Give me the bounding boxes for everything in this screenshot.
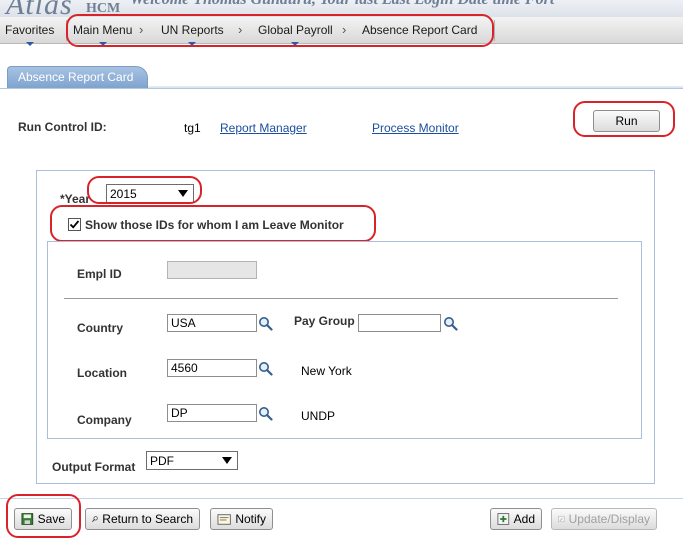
dropdown-caret-icon bbox=[178, 190, 188, 197]
run-button[interactable]: Run bbox=[593, 110, 660, 132]
favorites-menu[interactable]: Favorites bbox=[5, 23, 55, 46]
dropdown-arrow-icon bbox=[98, 42, 107, 46]
main-menu-label: Main Menu bbox=[73, 23, 133, 37]
return-to-search-button[interactable]: Return to Search bbox=[85, 508, 200, 530]
run-control-value: tg1 bbox=[184, 121, 201, 135]
country-label: Country bbox=[77, 321, 123, 335]
save-icon bbox=[21, 513, 34, 525]
update-display-button[interactable]: Update/Display bbox=[551, 508, 657, 530]
year-label: *Year bbox=[60, 192, 91, 206]
location-lookup-icon[interactable] bbox=[258, 361, 273, 376]
breadcrumb-chevron-icon: › bbox=[238, 22, 243, 37]
report-manager-link[interactable]: Report Manager bbox=[220, 121, 307, 135]
update-display-label: Update/Display bbox=[568, 512, 650, 526]
return-search-icon bbox=[92, 516, 98, 522]
country-lookup-icon[interactable] bbox=[258, 316, 273, 331]
menu-bar: Favorites Main Menu › UN Reports › Globa… bbox=[0, 17, 683, 46]
empl-id-label: Empl ID bbox=[77, 267, 122, 281]
company-lookup-icon[interactable] bbox=[258, 406, 273, 421]
toolbar-divider bbox=[0, 498, 683, 499]
year-value: 2015 bbox=[110, 186, 137, 201]
add-button-label: Add bbox=[513, 512, 535, 526]
process-monitor-link[interactable]: Process Monitor bbox=[372, 121, 459, 135]
favorites-label: Favorites bbox=[5, 23, 55, 37]
app-logo-subtitle: HCM bbox=[86, 1, 121, 16]
year-select[interactable]: 2015 bbox=[106, 184, 194, 203]
empl-id-field bbox=[167, 261, 257, 279]
output-format-label: Output Format bbox=[52, 460, 136, 474]
update-display-icon bbox=[558, 515, 565, 523]
output-format-select[interactable]: PDF bbox=[146, 451, 238, 470]
breadcrumb-label: Global Payroll bbox=[258, 23, 333, 37]
notify-button[interactable]: Notify bbox=[210, 508, 273, 530]
country-field[interactable]: USA bbox=[167, 314, 257, 332]
notify-icon bbox=[217, 513, 231, 525]
section-divider bbox=[64, 298, 618, 299]
save-button-label: Save bbox=[37, 512, 65, 526]
company-description: UNDP bbox=[301, 409, 336, 423]
pay-group-lookup-icon[interactable] bbox=[443, 316, 458, 331]
company-label: Company bbox=[77, 413, 132, 427]
tab-underline bbox=[0, 88, 683, 89]
app-logo: Atlas bbox=[6, 0, 73, 17]
location-field[interactable]: 4560 bbox=[167, 359, 257, 377]
welcome-message: Welcome Thomas Gunduru, Your last Last L… bbox=[130, 0, 554, 9]
notify-button-label: Notify bbox=[235, 512, 266, 526]
leave-monitor-label: Show those IDs for whom I am Leave Monit… bbox=[85, 218, 344, 232]
breadcrumb-absence-report-card[interactable]: Absence Report Card bbox=[362, 23, 477, 37]
output-format-value: PDF bbox=[150, 453, 174, 468]
dropdown-arrow-icon bbox=[25, 42, 34, 46]
tab-absence-report-card[interactable]: Absence Report Card bbox=[7, 66, 148, 88]
location-label: Location bbox=[77, 366, 127, 380]
menu-divider bbox=[66, 20, 67, 41]
breadcrumb-chevron-icon: › bbox=[342, 22, 347, 37]
add-button[interactable]: Add bbox=[490, 508, 542, 530]
save-button[interactable]: Save bbox=[14, 508, 72, 530]
breadcrumb-chevron-icon: › bbox=[139, 22, 144, 37]
dropdown-arrow-icon bbox=[291, 42, 300, 46]
pay-group-label: Pay Group bbox=[294, 314, 355, 328]
menu-divider bbox=[494, 20, 495, 41]
employee-filter-panel bbox=[47, 241, 642, 439]
return-to-search-label: Return to Search bbox=[102, 512, 193, 526]
dropdown-arrow-icon bbox=[188, 42, 197, 46]
add-icon bbox=[497, 513, 510, 525]
main-menu[interactable]: Main Menu bbox=[73, 23, 133, 46]
breadcrumb-un-reports[interactable]: UN Reports bbox=[161, 23, 224, 46]
pay-group-field[interactable] bbox=[358, 314, 441, 332]
checkmark-icon bbox=[69, 220, 80, 229]
run-control-label: Run Control ID: bbox=[18, 120, 107, 134]
company-field[interactable]: DP bbox=[167, 404, 257, 422]
leave-monitor-checkbox[interactable] bbox=[68, 218, 81, 231]
dropdown-caret-icon bbox=[222, 457, 232, 464]
run-button-label: Run bbox=[615, 114, 638, 128]
app-banner: Atlas HCM Welcome Thomas Gunduru, Your l… bbox=[0, 0, 683, 17]
breadcrumb-label: UN Reports bbox=[161, 23, 224, 37]
location-description: New York bbox=[301, 364, 352, 378]
breadcrumb-global-payroll[interactable]: Global Payroll bbox=[258, 23, 333, 46]
